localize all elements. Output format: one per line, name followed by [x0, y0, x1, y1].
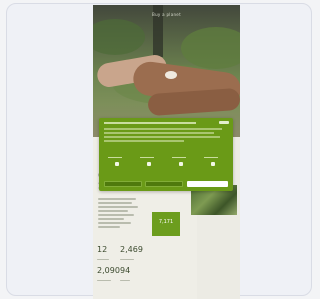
modal-text-line — [104, 136, 220, 138]
modal-heading-line — [104, 122, 196, 124]
consent-toggle[interactable] — [147, 162, 151, 166]
stat-label-line — [120, 259, 134, 260]
text-line — [98, 214, 134, 216]
toggle-label-line — [172, 157, 186, 158]
toggle-label-line — [108, 157, 122, 158]
seed-highlight — [165, 71, 177, 79]
close-button[interactable] — [219, 121, 229, 124]
stat-value: 94 — [120, 266, 131, 275]
consent-toggle[interactable] — [179, 162, 183, 166]
stat-label-line — [97, 280, 111, 281]
consent-toggle[interactable] — [211, 162, 215, 166]
text-line — [98, 198, 136, 200]
stat-value: 2,090 — [97, 266, 120, 275]
stat-label-line — [120, 280, 130, 281]
modal-text-line — [104, 140, 184, 142]
cookie-consent-modal — [99, 118, 233, 191]
text-line — [98, 206, 138, 208]
toggle-label-line — [140, 157, 154, 158]
modal-text-line — [104, 132, 214, 134]
foliage-shape — [93, 19, 145, 55]
count-badge-text: 7,171 — [158, 219, 174, 225]
toggle-label-line — [204, 157, 218, 158]
settings-button[interactable] — [145, 181, 183, 187]
text-line — [98, 222, 131, 224]
text-line — [98, 218, 124, 220]
text-line — [98, 202, 132, 204]
accept-button[interactable] — [187, 181, 228, 187]
stat-value: 12 — [97, 245, 108, 254]
modal-text-line — [104, 128, 222, 130]
foliage-shape — [181, 27, 240, 69]
hero-title: Buy a planet — [152, 12, 181, 17]
text-line — [98, 210, 128, 212]
text-line — [98, 226, 120, 228]
reject-button[interactable] — [104, 181, 142, 187]
stat-value: 2,469 — [120, 245, 143, 254]
stat-label-line — [97, 259, 109, 260]
consent-toggle[interactable] — [115, 162, 119, 166]
